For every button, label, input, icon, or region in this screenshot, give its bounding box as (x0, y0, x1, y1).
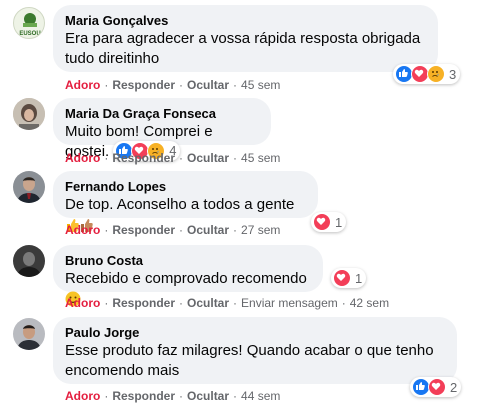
avatar[interactable] (13, 318, 45, 350)
hide-button[interactable]: Ocultar (187, 389, 229, 403)
avatar[interactable] (13, 245, 45, 277)
avatar[interactable] (13, 171, 45, 203)
like-button[interactable]: Adoro (65, 389, 100, 403)
avatar-text: EUSOU (19, 31, 40, 37)
avatar-image (13, 98, 45, 130)
avatar[interactable]: EUSOU (13, 7, 45, 39)
timestamp[interactable]: 45 sem (241, 78, 280, 92)
timestamp[interactable]: 44 sem (241, 389, 280, 403)
author-name[interactable]: Bruno Costa (65, 252, 311, 269)
comment-actions: Adoro · Responder · Ocultar · 27 sem (65, 223, 281, 237)
author-name[interactable]: Maria Da Graça Fonseca (65, 105, 259, 122)
reaction-count: 1 (335, 214, 343, 230)
hide-button[interactable]: Ocultar (187, 296, 229, 310)
reaction-summary[interactable]: 3 (393, 64, 461, 84)
reaction-count: 2 (450, 379, 458, 395)
like-button[interactable]: Adoro (65, 78, 100, 92)
hide-button[interactable]: Ocultar (187, 223, 229, 237)
reply-button[interactable]: Responder (112, 296, 175, 310)
avatar-image (13, 318, 45, 350)
reply-button[interactable]: Responder (112, 223, 175, 237)
reaction-summary[interactable]: 1 (311, 212, 347, 232)
reaction-count: 3 (449, 66, 457, 82)
timestamp[interactable]: 42 sem (350, 296, 389, 310)
hide-button[interactable]: Ocultar (187, 78, 229, 92)
author-name[interactable]: Maria Gonçalves (65, 12, 426, 29)
love-icon (313, 213, 331, 231)
comment-actions: Adoro · Responder · Ocultar · 44 sem (65, 389, 281, 403)
reaction-summary[interactable]: 2 (410, 377, 462, 397)
hide-button[interactable]: Ocultar (187, 151, 229, 165)
send-message-link[interactable]: Enviar mensagem (241, 296, 338, 310)
avatar-image (13, 245, 45, 277)
timestamp[interactable]: 45 sem (241, 151, 280, 165)
reaction-summary[interactable]: 1 (331, 268, 367, 288)
comment-bubble: Maria Da Graça Fonseca Muito bom! Compre… (53, 98, 271, 162)
comment-bubble: Maria Gonçalves Era para agradecer a vos… (53, 5, 438, 72)
like-button[interactable]: Adoro (65, 223, 100, 237)
timestamp[interactable]: 27 sem (241, 223, 280, 237)
reply-button[interactable]: Responder (112, 78, 175, 92)
avatar-image (13, 171, 45, 203)
author-name[interactable]: Paulo Jorge (65, 324, 445, 341)
comment-bubble: Bruno Costa Recebido e comprovado recome… (53, 245, 323, 307)
comment-actions: Adoro · Responder · Ocultar · Enviar mensagem ·… (65, 296, 390, 310)
avatar[interactable] (13, 98, 45, 130)
comment-bubble: Fernando Lopes De top. Aconselho a todos… (53, 171, 318, 233)
reply-button[interactable]: Responder (112, 389, 175, 403)
reply-button[interactable]: Responder (112, 151, 175, 165)
comment-bubble: Paulo Jorge Esse produto faz milagres! Q… (53, 317, 457, 384)
love-icon (333, 269, 351, 287)
comment-actions: Adoro · Responder · Ocultar · 45 sem (65, 151, 281, 165)
avatar-image: EUSOU (19, 13, 41, 37)
comment-actions: Adoro · Responder · Ocultar · 45 sem (65, 78, 281, 92)
comment-text: Esse produto faz milagres! Quando acabar… (65, 342, 438, 379)
like-button[interactable]: Adoro (65, 296, 100, 310)
like-button[interactable]: Adoro (65, 151, 100, 165)
reaction-count: 1 (355, 270, 363, 286)
sad-icon (427, 65, 445, 83)
love-icon (428, 378, 446, 396)
author-name[interactable]: Fernando Lopes (65, 178, 306, 195)
comment-text: Era para agradecer a vossa rápida respos… (65, 30, 425, 67)
